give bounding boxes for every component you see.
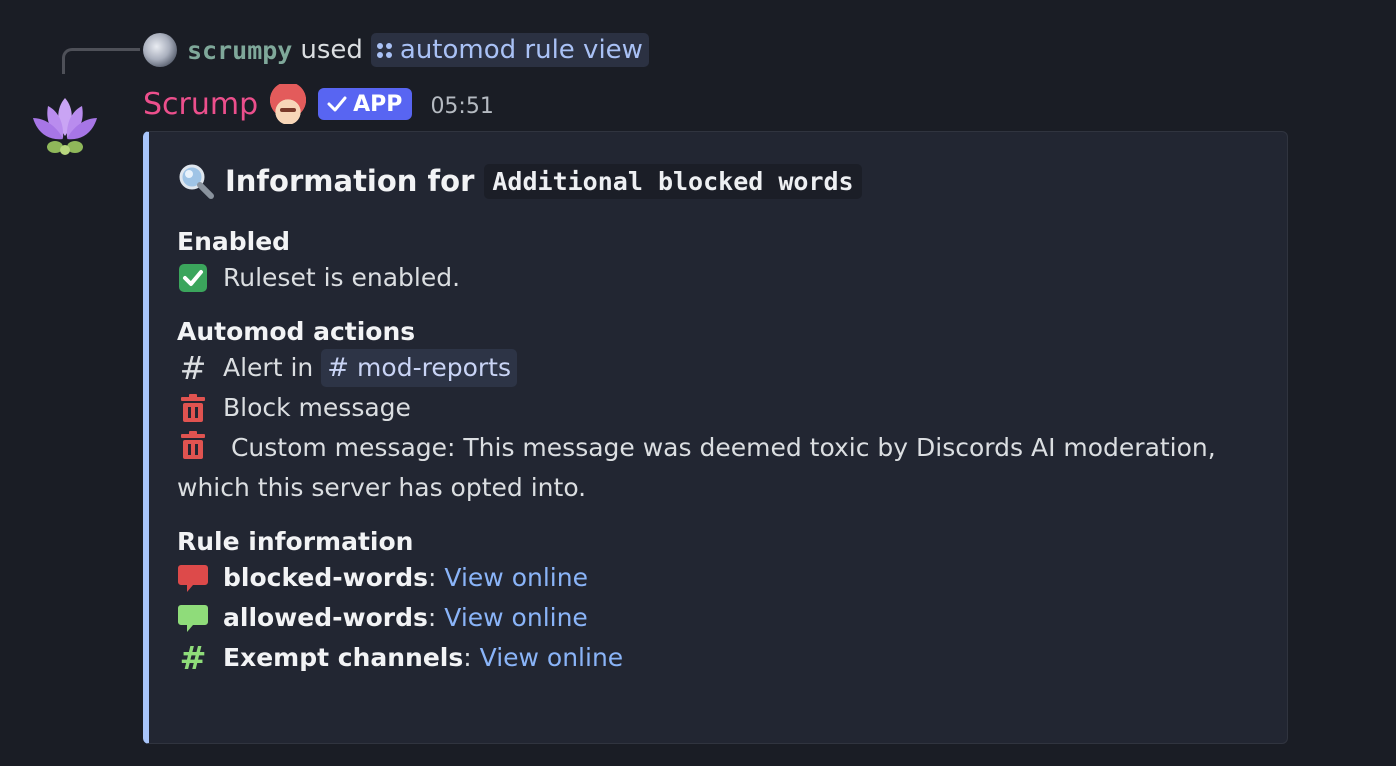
- red-speech-bubble-icon: [178, 565, 208, 592]
- alert-action-text: Alert in: [223, 353, 314, 382]
- app-command-icon: [376, 42, 392, 58]
- message-header: Scrump APP 05:51: [143, 82, 494, 126]
- embed-title: Information for Additional blocked words: [177, 156, 1267, 206]
- rule-info-item: # Exempt channels: View online: [177, 638, 1267, 678]
- rule-info-label: Exempt channels: [223, 643, 464, 672]
- rule-info-label: blocked-words: [223, 563, 429, 592]
- view-online-link[interactable]: View online: [480, 638, 624, 678]
- reply-connector-line: [62, 48, 140, 74]
- field-enabled-heading: Enabled: [177, 227, 291, 256]
- message-timestamp[interactable]: 05:51: [430, 94, 493, 119]
- green-checkbox-icon: [179, 264, 207, 292]
- green-speech-bubble-icon: [178, 605, 208, 632]
- reply-username[interactable]: scrumpy: [187, 36, 292, 65]
- reply-context[interactable]: scrumpy used automod rule view: [143, 31, 649, 69]
- rule-info-label: allowed-words: [223, 603, 428, 632]
- rule-info-item: blocked-words: View online: [177, 558, 1267, 598]
- trash-can-icon: [181, 394, 205, 422]
- slash-command-name: automod rule view: [399, 35, 643, 65]
- custom-message-line: Custom message: This message was deemed …: [177, 428, 1267, 508]
- anime-face-emoji-icon: [266, 84, 311, 124]
- chat-message: scrumpy used automod rule view Scrump AP…: [0, 0, 1396, 766]
- lotus-avatar-icon[interactable]: [30, 94, 100, 158]
- app-badge-label: APP: [353, 91, 403, 117]
- channel-mention-mod-reports[interactable]: # mod-reports: [321, 349, 517, 387]
- channel-mention-name: mod-reports: [357, 353, 511, 382]
- rule-info-separator: :: [427, 603, 437, 632]
- rule-info-separator: :: [463, 643, 472, 672]
- alert-action-line: # Alert in # mod-reports: [177, 348, 1267, 388]
- view-online-link[interactable]: View online: [444, 558, 588, 598]
- custom-message-text: Custom message: This message was deemed …: [177, 433, 1216, 502]
- block-action-text: Block message: [223, 393, 411, 422]
- hash-icon: #: [179, 349, 207, 387]
- channel-hash-icon: #: [327, 353, 350, 383]
- reply-user-avatar[interactable]: [143, 33, 177, 67]
- field-rule-info-heading: Rule information: [177, 527, 414, 556]
- enabled-status-text: Ruleset is enabled.: [223, 263, 461, 292]
- author-name[interactable]: Scrump: [143, 87, 258, 122]
- embed-title-prefix: Information for: [225, 164, 475, 198]
- rule-info-embed: Information for Additional blocked words…: [143, 131, 1288, 744]
- field-actions-heading: Automod actions: [177, 317, 416, 346]
- view-online-link[interactable]: View online: [444, 598, 588, 638]
- rule-info-separator: :: [428, 563, 437, 592]
- checkmark-icon: [327, 96, 347, 112]
- app-badge: APP: [318, 88, 413, 120]
- enabled-status-line: Ruleset is enabled.: [177, 258, 1267, 298]
- magnifying-glass-icon: [179, 164, 214, 199]
- trash-can-icon: [181, 431, 205, 459]
- rule-name-code: Additional blocked words: [484, 163, 862, 199]
- rule-info-item: allowed-words: View online: [177, 598, 1267, 638]
- green-hash-icon: #: [179, 639, 207, 677]
- reply-used-text: used: [300, 35, 363, 65]
- block-action-line: Block message: [177, 388, 1267, 428]
- slash-command-mention[interactable]: automod rule view: [370, 33, 649, 67]
